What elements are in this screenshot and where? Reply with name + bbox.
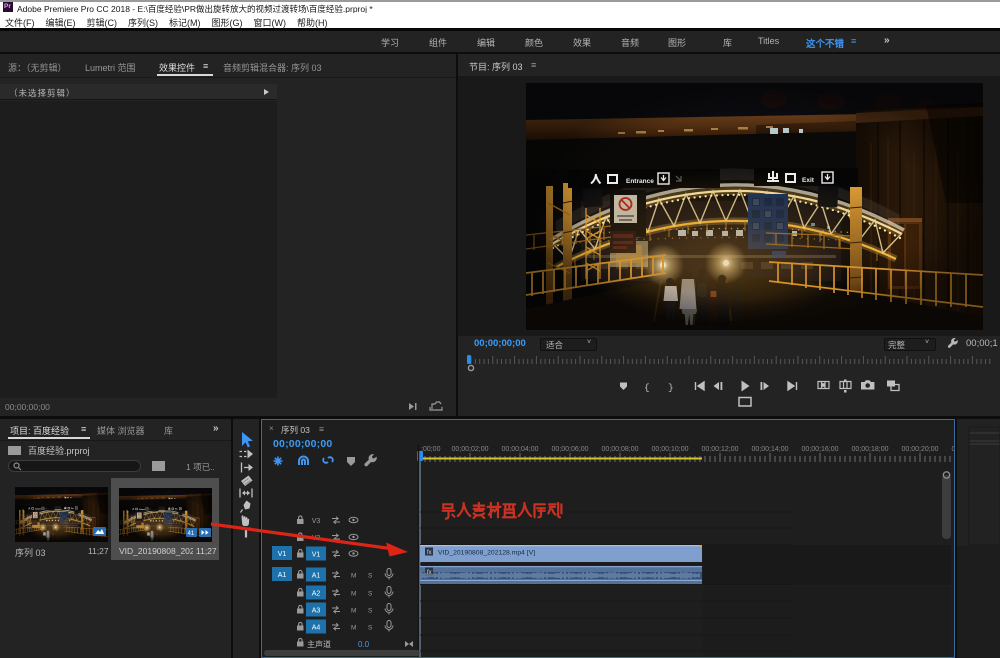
svg-text:00;00;18;00: 00;00;18;00 (852, 446, 889, 453)
svg-text:00;00;16;00: 00;00;16;00 (802, 446, 839, 453)
svg-text:M: M (351, 625, 356, 632)
svg-text:A3: A3 (312, 608, 321, 615)
svg-text:S: S (368, 608, 373, 615)
svg-text:00;00;10;00: 00;00;10;00 (652, 446, 689, 453)
svg-text:00;00;20;00: 00;00;20;00 (902, 446, 939, 453)
svg-text:A4: A4 (312, 625, 321, 632)
svg-text:V1: V1 (312, 552, 321, 559)
svg-text:00;00;08;00: 00;00;08;00 (602, 446, 639, 453)
svg-text:V2: V2 (312, 535, 321, 542)
svg-text:fx: fx (427, 550, 432, 556)
svg-text:V1: V1 (278, 551, 287, 558)
svg-text:0.0: 0.0 (358, 640, 370, 649)
svg-text:;00;00: ;00;00 (421, 446, 441, 453)
svg-text:V3: V3 (312, 518, 321, 525)
svg-text:}: } (668, 382, 674, 393)
svg-text:A1: A1 (278, 572, 287, 579)
svg-text:VID_20190808_202128.mp4 [V]: VID_20190808_202128.mp4 [V] (438, 550, 535, 557)
svg-text:M: M (351, 591, 356, 598)
svg-text:S: S (368, 573, 373, 580)
svg-text:00;00;12;00: 00;00;12;00 (702, 446, 739, 453)
svg-text:00;00;14;00: 00;00;14;00 (752, 446, 789, 453)
svg-text:S: S (368, 625, 373, 632)
svg-text:A1: A1 (312, 573, 321, 580)
svg-text:A2: A2 (312, 591, 321, 598)
svg-text:M: M (351, 573, 356, 580)
svg-text:41: 41 (188, 531, 195, 537)
svg-text:{: { (644, 382, 650, 393)
svg-text:00;00;04;00: 00;00;04;00 (502, 446, 539, 453)
svg-text:M: M (351, 608, 356, 615)
svg-text:S: S (368, 591, 373, 598)
svg-text:00;00;02;00: 00;00;02;00 (452, 446, 489, 453)
svg-text:00;00;06;00: 00;00;06;00 (552, 446, 589, 453)
svg-text:主声道: 主声道 (307, 639, 331, 649)
